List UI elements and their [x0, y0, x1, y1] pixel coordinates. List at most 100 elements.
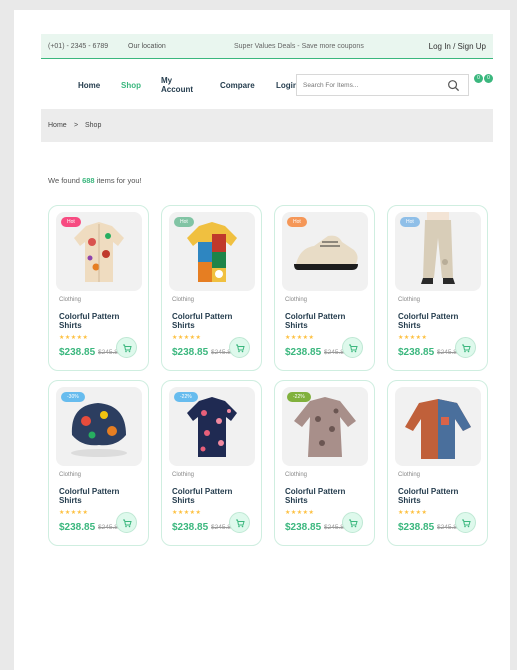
breadcrumb-current: Shop	[85, 122, 102, 129]
product-card[interactable]: Hot Clothing Colorful Pattern Shirts ★★★…	[274, 205, 375, 371]
nav-compare[interactable]: Compare	[220, 81, 255, 90]
product-tag: -22%	[174, 392, 198, 402]
product-image-sneaker[interactable]: Hot	[282, 212, 368, 291]
old-price: $245.8	[437, 524, 457, 531]
old-price: $245.8	[437, 349, 457, 356]
rating-stars: ★★★★★	[398, 335, 428, 341]
nav-login[interactable]: Login	[276, 81, 298, 90]
product-category[interactable]: Clothing	[172, 472, 194, 478]
old-price: $245.8	[324, 349, 344, 356]
product-price: $238.85	[285, 347, 322, 358]
add-to-cart-button[interactable]	[455, 512, 476, 533]
page: (+01) - 2345 - 6789 Our location Super V…	[14, 10, 510, 670]
nav-shop[interactable]: Shop	[121, 81, 141, 90]
product-name[interactable]: Colorful Pattern Shirts	[398, 312, 478, 330]
product-name[interactable]: Colorful Pattern Shirts	[285, 487, 365, 505]
product-tag: Hot	[61, 217, 81, 227]
nav-my-account[interactable]: My Account	[161, 76, 195, 94]
add-to-cart-button[interactable]	[229, 337, 250, 358]
rating-stars: ★★★★★	[59, 510, 89, 516]
location-link[interactable]: Our location	[128, 43, 166, 50]
product-name[interactable]: Colorful Pattern Shirts	[59, 312, 139, 330]
cart-icon	[123, 519, 132, 528]
main-nav: Home Shop My Account Compare Login 0 0	[41, 71, 501, 103]
phone-number[interactable]: (+01) - 2345 - 6789	[48, 43, 108, 50]
breadcrumb-home[interactable]: Home	[48, 122, 67, 129]
product-category[interactable]: Clothing	[398, 297, 420, 303]
compare-count-badge[interactable]: 0	[474, 74, 483, 83]
product-card[interactable]: Hot Clothing Colorful Pattern Shirts ★★★…	[387, 205, 488, 371]
product-price: $238.85	[172, 347, 209, 358]
product-tag: -22%	[287, 392, 311, 402]
search-input[interactable]	[303, 80, 443, 91]
product-card[interactable]: -30% Clothing Colorful Pattern Shirts ★★…	[48, 380, 149, 546]
product-image-patchwork-shirt[interactable]: Hot	[169, 212, 255, 291]
old-price: $245.8	[98, 349, 118, 356]
product-name[interactable]: Colorful Pattern Shirts	[398, 487, 478, 505]
nav-home[interactable]: Home	[78, 81, 100, 90]
old-price: $245.8	[98, 524, 118, 531]
cart-icon	[236, 344, 245, 353]
product-price: $238.85	[59, 347, 96, 358]
rating-stars: ★★★★★	[59, 335, 89, 341]
top-bar: (+01) - 2345 - 6789 Our location Super V…	[41, 34, 493, 59]
cart-icon	[462, 519, 471, 528]
add-to-cart-button[interactable]	[229, 512, 250, 533]
product-image-paisley-blouse[interactable]: -22%	[282, 387, 368, 466]
cart-icon	[349, 519, 358, 528]
product-price: $238.85	[398, 347, 435, 358]
product-image-beanie-hat[interactable]: -30%	[56, 387, 142, 466]
add-to-cart-button[interactable]	[116, 337, 137, 358]
search-box	[296, 74, 469, 96]
login-signup-link[interactable]: Log In / Sign Up	[429, 42, 486, 51]
add-to-cart-button[interactable]	[342, 512, 363, 533]
rating-stars: ★★★★★	[398, 510, 428, 516]
product-card[interactable]: -22% Clothing Colorful Pattern Shirts ★★…	[161, 380, 262, 546]
rating-stars: ★★★★★	[172, 335, 202, 341]
product-price: $238.85	[398, 522, 435, 533]
product-name[interactable]: Colorful Pattern Shirts	[285, 312, 365, 330]
product-name[interactable]: Colorful Pattern Shirts	[59, 487, 139, 505]
product-card[interactable]: Hot Clothing Colorful Pattern Shirts ★★★…	[48, 205, 149, 371]
product-category[interactable]: Clothing	[285, 297, 307, 303]
product-name[interactable]: Colorful Pattern Shirts	[172, 312, 252, 330]
product-card[interactable]: -22% Clothing Colorful Pattern Shirts ★★…	[274, 380, 375, 546]
product-tag: -30%	[61, 392, 85, 402]
breadcrumb: Home > Shop	[41, 109, 493, 142]
add-to-cart-button[interactable]	[116, 512, 137, 533]
product-price: $238.85	[285, 522, 322, 533]
product-name[interactable]: Colorful Pattern Shirts	[172, 487, 252, 505]
product-card[interactable]: Clothing Colorful Pattern Shirts ★★★★★ $…	[387, 380, 488, 546]
rating-stars: ★★★★★	[285, 510, 315, 516]
product-tag: Hot	[174, 217, 194, 227]
product-category[interactable]: Clothing	[59, 472, 81, 478]
cart-icon	[462, 344, 471, 353]
breadcrumb-separator: >	[74, 122, 79, 129]
cart-count-badge[interactable]: 0	[484, 74, 493, 83]
cart-icon	[236, 519, 245, 528]
results-count: We found 688 items for you!	[48, 176, 142, 185]
product-tag: Hot	[287, 217, 307, 227]
rating-stars: ★★★★★	[172, 510, 202, 516]
old-price: $245.8	[211, 349, 231, 356]
product-image-linen-pants[interactable]: Hot	[395, 212, 481, 291]
rating-stars: ★★★★★	[285, 335, 315, 341]
product-image-floral-shirt[interactable]: Hot	[56, 212, 142, 291]
product-category[interactable]: Clothing	[172, 297, 194, 303]
product-category[interactable]: Clothing	[398, 472, 420, 478]
deals-banner: Super Values Deals - Save more coupons	[234, 43, 364, 50]
product-tag: Hot	[400, 217, 420, 227]
product-category[interactable]: Clothing	[285, 472, 307, 478]
product-image-navy-floral-shirt[interactable]: -22%	[169, 387, 255, 466]
product-price: $238.85	[172, 522, 209, 533]
results-number: 688	[82, 176, 95, 185]
product-image-orange-denim-shirt[interactable]	[395, 387, 481, 466]
add-to-cart-button[interactable]	[455, 337, 476, 358]
product-category[interactable]: Clothing	[59, 297, 81, 303]
search-icon[interactable]	[447, 79, 460, 92]
product-card[interactable]: Hot Clothing Colorful Pattern Shirts ★★★…	[161, 205, 262, 371]
product-price: $238.85	[59, 522, 96, 533]
old-price: $245.8	[211, 524, 231, 531]
add-to-cart-button[interactable]	[342, 337, 363, 358]
cart-icon	[123, 344, 132, 353]
